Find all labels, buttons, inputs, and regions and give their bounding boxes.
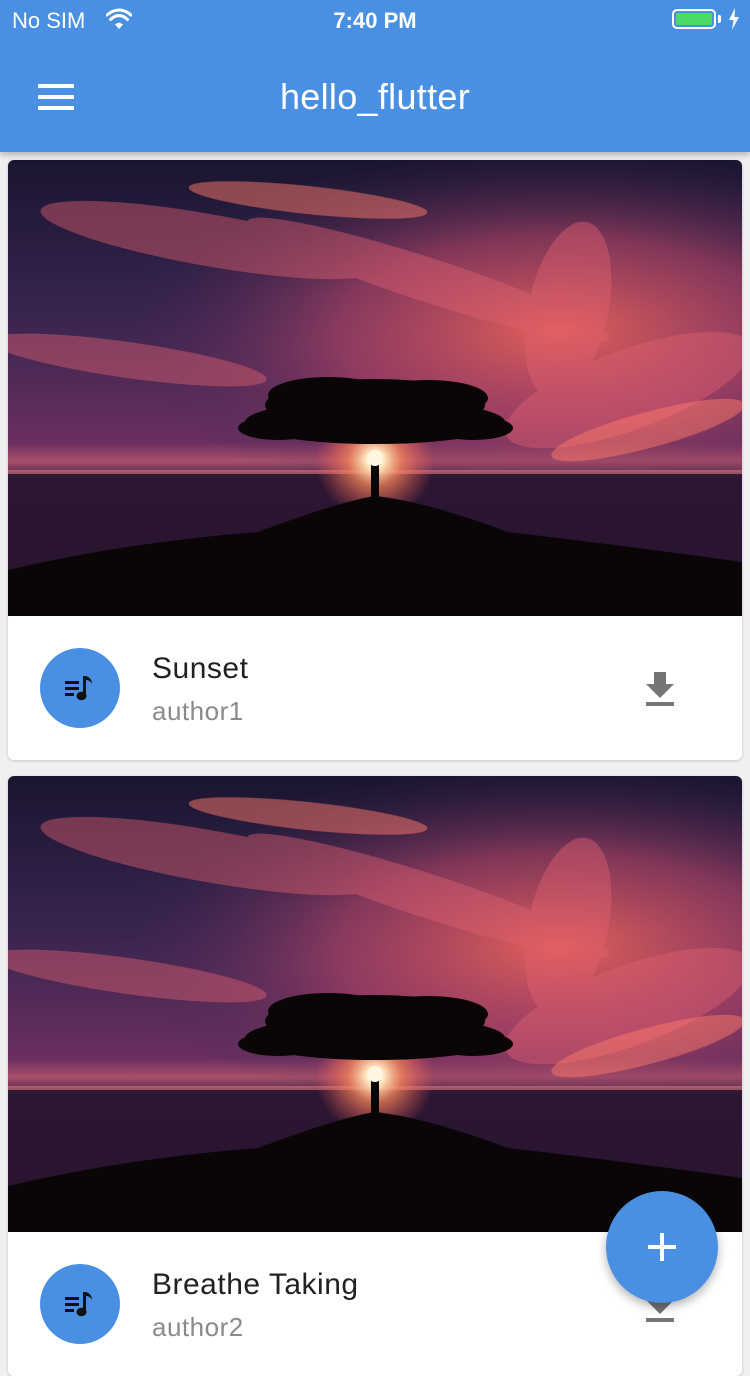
battery-icon xyxy=(672,9,716,29)
card-author: author2 xyxy=(152,1312,244,1342)
song-card[interactable]: Sunset author1 xyxy=(8,160,742,760)
card-info: Sunset author1 xyxy=(8,616,742,760)
add-button[interactable] xyxy=(606,1191,718,1303)
battery-tip xyxy=(718,15,721,23)
add-icon xyxy=(648,1233,676,1261)
app-header: No SIM 7:40 PM hello_flutter xyxy=(0,0,750,152)
avatar xyxy=(40,648,120,728)
status-time: 7:40 PM xyxy=(333,8,417,33)
sunset-tree-photo xyxy=(8,160,742,616)
avatar xyxy=(40,1264,120,1344)
download-icon[interactable] xyxy=(644,672,676,711)
app-title: hello_flutter xyxy=(279,76,471,117)
card-author: author1 xyxy=(152,696,244,726)
card-title: Sunset xyxy=(152,652,249,685)
status-bar: No SIM 7:40 PM xyxy=(0,0,750,40)
playlist-music-icon xyxy=(65,1292,92,1317)
playlist-music-icon xyxy=(65,676,92,701)
sunset-tree-photo xyxy=(8,776,742,1232)
card-title: Breathe Taking xyxy=(152,1268,359,1301)
charging-icon xyxy=(728,8,740,35)
